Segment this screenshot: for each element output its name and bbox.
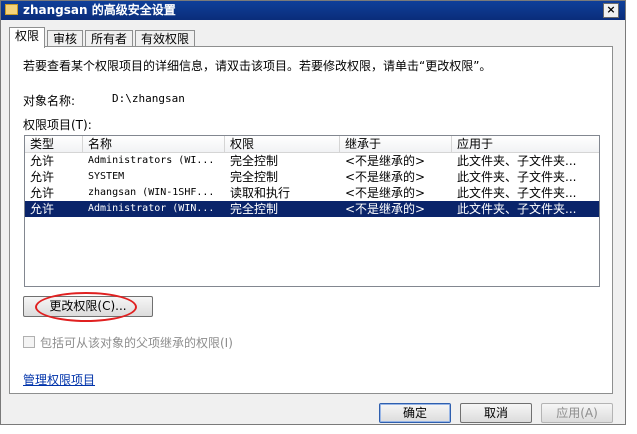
folder-icon <box>5 4 18 15</box>
column-header-permission[interactable]: 权限 <box>225 136 340 152</box>
cell-permission: 完全控制 <box>230 154 279 168</box>
object-name-label: 对象名称: <box>23 94 76 108</box>
table-row[interactable]: 允许 zhangsan (WIN-1SHF... 读取和执行 <不是继承的> 此… <box>25 185 599 201</box>
table-row[interactable]: 允许 SYSTEM 完全控制 <不是继承的> 此文件夹、子文件夹... <box>25 169 599 185</box>
cell-name: SYSTEM <box>88 171 125 182</box>
cell-permission: 读取和执行 <box>230 186 291 200</box>
tab-strip: 权限 审核 所有者 有效权限 <box>9 27 197 48</box>
cell-type: 允许 <box>30 170 55 184</box>
tab-permissions[interactable]: 权限 <box>9 27 46 48</box>
cell-name: Administrator (WIN... <box>88 203 215 214</box>
cell-applies-to: 此文件夹、子文件夹... <box>457 186 577 200</box>
cell-applies-to: 此文件夹、子文件夹... <box>457 154 577 168</box>
cell-type: 允许 <box>30 186 55 200</box>
cell-inherited-from: <不是继承的> <box>345 170 426 184</box>
permission-entries-list[interactable]: 类型 名称 权限 继承于 应用于 允许 Administrators (WI..… <box>24 135 600 287</box>
apply-button: 应用(A) <box>541 403 613 423</box>
cell-applies-to: 此文件夹、子文件夹... <box>457 170 577 184</box>
object-name-value: D:\zhangsan <box>112 92 185 105</box>
cell-applies-to: 此文件夹、子文件夹... <box>457 202 577 216</box>
cell-type: 允许 <box>30 202 55 216</box>
instructions-text: 若要查看某个权限项目的详细信息，请双击该项目。若要修改权限，请单击“更改权限”。 <box>23 59 492 73</box>
column-header-applies-to[interactable]: 应用于 <box>452 136 599 152</box>
inherit-permissions-checkbox <box>23 336 35 348</box>
cell-name: zhangsan (WIN-1SHF... <box>88 187 215 198</box>
title-bar[interactable]: zhangsan 的高级安全设置 × <box>1 1 625 20</box>
cell-inherited-from: <不是继承的> <box>345 154 426 168</box>
cell-permission: 完全控制 <box>230 202 279 216</box>
table-row[interactable]: 允许 Administrators (WI... 完全控制 <不是继承的> 此文… <box>25 153 599 169</box>
permissions-panel: 若要查看某个权限项目的详细信息，请双击该项目。若要修改权限，请单击“更改权限”。… <box>9 46 613 394</box>
ok-button[interactable]: 确定 <box>379 403 451 423</box>
window-title: zhangsan 的高级安全设置 <box>23 3 176 17</box>
column-header-name[interactable]: 名称 <box>83 136 225 152</box>
inherit-permissions-label: 包括可从该对象的父项继承的权限(I) <box>40 336 233 350</box>
list-header: 类型 名称 权限 继承于 应用于 <box>25 136 599 153</box>
inherit-permissions-option: 包括可从该对象的父项继承的权限(I) <box>23 334 233 351</box>
cell-type: 允许 <box>30 154 55 168</box>
red-highlight-circle <box>35 292 137 322</box>
cancel-button[interactable]: 取消 <box>460 403 532 423</box>
column-header-type[interactable]: 类型 <box>25 136 83 152</box>
advanced-security-dialog: zhangsan 的高级安全设置 × 权限 审核 所有者 有效权限 若要查看某个… <box>0 0 626 425</box>
permission-entries-label: 权限项目(T): <box>23 118 92 132</box>
column-header-inherited-from[interactable]: 继承于 <box>340 136 452 152</box>
manage-permission-entries-link[interactable]: 管理权限项目 <box>23 371 95 388</box>
cell-permission: 完全控制 <box>230 170 279 184</box>
cell-inherited-from: <不是继承的> <box>345 186 426 200</box>
cell-name: Administrators (WI... <box>88 155 215 166</box>
table-row-selected[interactable]: 允许 Administrator (WIN... 完全控制 <不是继承的> 此文… <box>25 201 599 217</box>
close-button[interactable]: × <box>603 3 619 18</box>
cell-inherited-from: <不是继承的> <box>345 202 426 216</box>
